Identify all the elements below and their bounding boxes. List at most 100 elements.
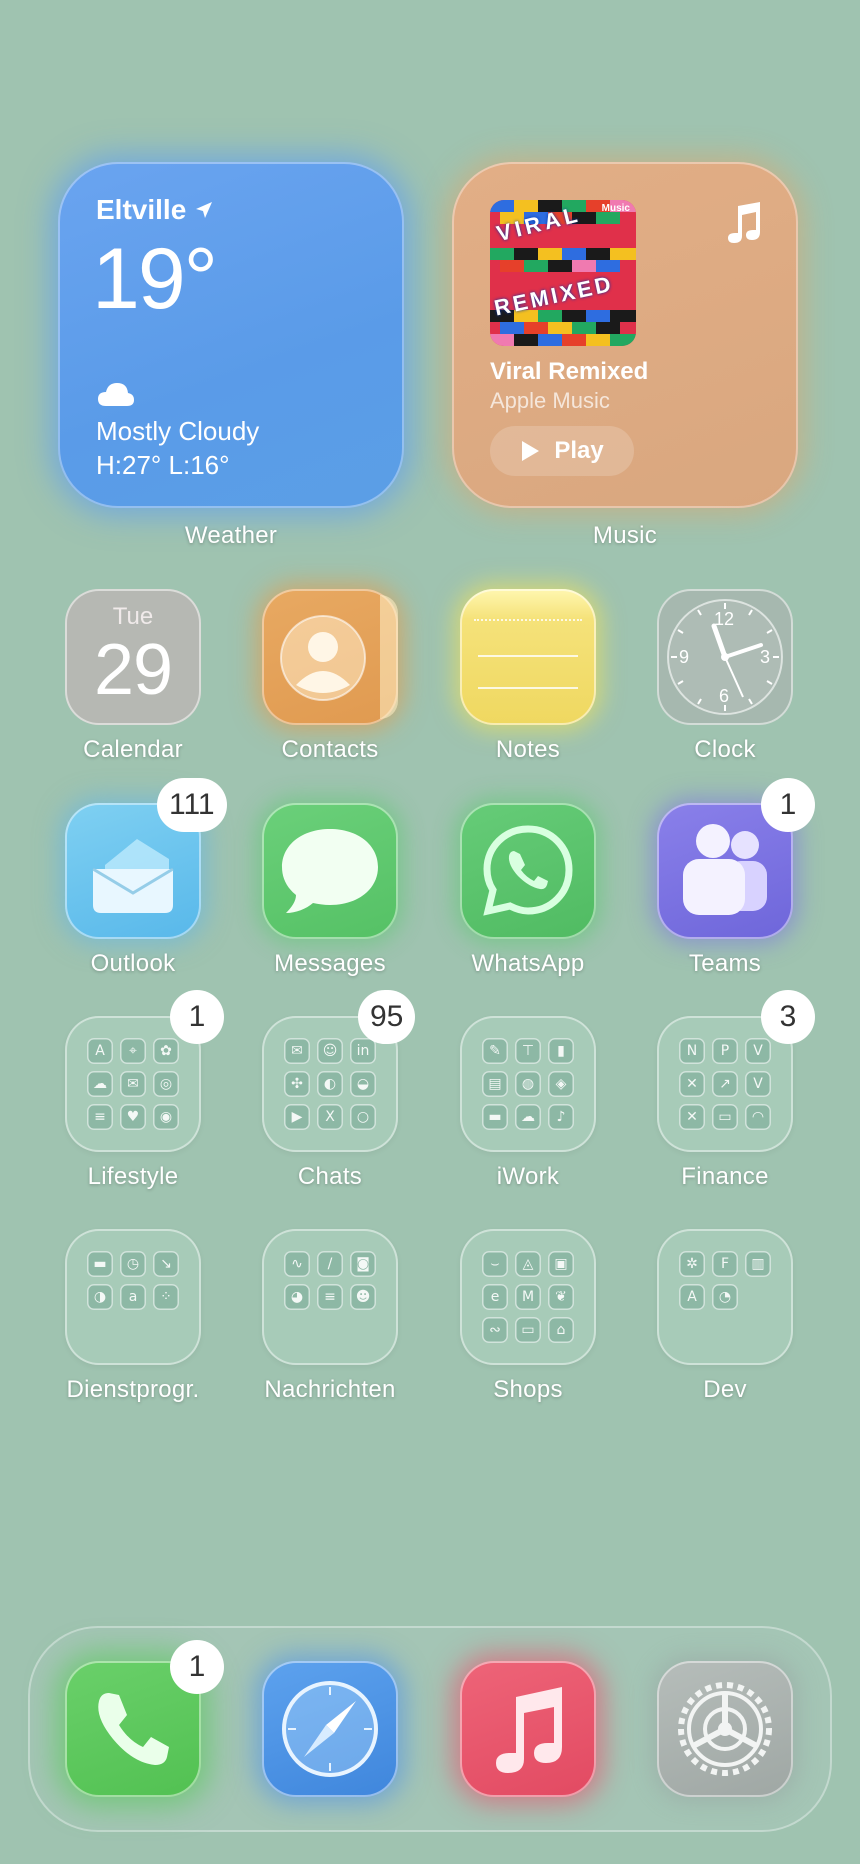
folder-finance-badge: 3 <box>761 990 815 1044</box>
music-track-title: Viral Remixed <box>490 358 649 385</box>
empty-slot <box>745 1284 771 1310</box>
music-play-label: Play <box>554 437 604 464</box>
teams-people-icon <box>683 824 767 915</box>
weather-location: Eltville <box>96 194 214 226</box>
amazon-mini-icon: ⌣ <box>482 1251 508 1277</box>
weather-widget[interactable]: Eltville 19° Mostly Cloudy H:27° L:16° <box>58 162 404 508</box>
phone-handset-icon <box>98 1693 169 1765</box>
album-art-brand: Music <box>601 203 630 214</box>
music-widget[interactable]: Music VIRAL REMIXED Viral Remixed Apple … <box>452 162 798 508</box>
weather-widget-label: Weather <box>184 522 278 549</box>
folder-shops[interactable]: ⌣ ◬ ▣ e M ❦ ∾ ▭ ⌂ <box>460 1229 596 1365</box>
envelope-icon <box>92 839 174 913</box>
gauge-mini-icon: ◠ <box>745 1104 771 1130</box>
clock-numeral-6: 6 <box>719 686 730 706</box>
empty-slot <box>712 1317 738 1343</box>
folder-label-dev: Dev <box>703 1376 747 1403</box>
folder-dienstprogramme[interactable]: ▬ ◷ ↘ ◑ a ⁘ <box>65 1229 201 1365</box>
pages-mini-icon: ▤ <box>482 1071 508 1097</box>
folder-lifestyle-badge: 1 <box>170 990 224 1044</box>
folder-dev[interactable]: ✲ F ▥ A ◔ <box>657 1229 793 1365</box>
album-art[interactable]: Music VIRAL REMIXED <box>490 200 636 346</box>
cloud-icon <box>98 383 134 406</box>
folder-iwork[interactable]: ✎ ⊤ ▮ ▤ ◍ ◈ ▬ ☁ ♪ <box>460 1016 596 1152</box>
stocks-mini-icon: ∿ <box>284 1251 310 1277</box>
calendar-day: 29 <box>93 630 173 710</box>
numbers-mini-icon: ▮ <box>548 1038 574 1064</box>
firefox-mini-icon: ◔ <box>712 1284 738 1310</box>
folder-finance-grid: N P V ✕ ↗ V ✕ ▭ ◠ <box>679 1038 771 1130</box>
ebay-mini-icon: e <box>482 1284 508 1310</box>
notes-line-2 <box>478 687 578 689</box>
clock-numeral-3: 3 <box>760 647 771 667</box>
chat-mini-icon: ○ <box>350 1104 376 1130</box>
app-label-calendar: Calendar <box>83 736 183 763</box>
linkedin-mini-icon: in <box>350 1038 376 1064</box>
location-arrow-icon <box>196 202 213 218</box>
folder-shops-grid: ⌣ ◬ ▣ e M ❦ ∾ ▭ ⌂ <box>482 1251 574 1343</box>
clock-app-icon[interactable]: 12 3 6 9 <box>657 589 793 725</box>
measure-mini-icon: ↘ <box>153 1251 179 1277</box>
teams-badge: 1 <box>761 778 815 832</box>
files-mini-icon: ▬ <box>87 1251 113 1277</box>
music-app-icon[interactable] <box>460 1661 596 1797</box>
person-icon <box>280 615 366 701</box>
camera-mini-icon: ◙ <box>350 1251 376 1277</box>
empty-slot <box>120 1317 146 1343</box>
app-label-outlook: Outlook <box>90 950 176 977</box>
wave-mini-icon: ∾ <box>482 1317 508 1343</box>
folder-label-chats: Chats <box>297 1163 363 1190</box>
appstore-mini-icon: A <box>87 1038 113 1064</box>
alexa-mini-icon: a <box>120 1284 146 1310</box>
contacts-app-icon[interactable] <box>262 589 398 725</box>
empty-slot <box>153 1317 179 1343</box>
facetime-mini-icon: ▶ <box>284 1104 310 1130</box>
folder-dienstprogramme-grid: ▬ ◷ ↘ ◑ a ⁘ <box>87 1251 179 1343</box>
fe-mini-icon: F <box>712 1251 738 1277</box>
folder-chats-badge: 95 <box>358 990 416 1044</box>
empty-slot <box>745 1317 771 1343</box>
spiral-mini-icon: ◉ <box>153 1104 179 1130</box>
reeder-mini-icon: / <box>317 1251 343 1277</box>
whatsapp-app-icon[interactable] <box>460 803 596 939</box>
clock-numeral-12: 12 <box>714 609 735 629</box>
cross-mini-icon: ✕ <box>679 1104 705 1130</box>
messages-app-icon[interactable] <box>262 803 398 939</box>
empty-slot <box>317 1317 343 1343</box>
folder-nachrichten-grid: ∿ / ◙ ◕ ≡ ☻ <box>284 1251 376 1343</box>
music-note-app-icon <box>496 1687 562 1773</box>
outlook-badge: 111 <box>157 778 227 832</box>
settings-app-icon[interactable] <box>657 1661 793 1797</box>
play-icon <box>522 441 540 461</box>
folder-label-dienstprogramme: Dienstprogr. <box>66 1376 200 1403</box>
calendar-app-icon[interactable]: Tue 29 <box>65 589 201 725</box>
folder-chats-grid: ✉ ☺ in ✣ ◐ ◒ ▶ X ○ <box>284 1038 376 1130</box>
tools-mini-icon: ✕ <box>679 1071 705 1097</box>
folder-label-shops: Shops <box>493 1376 563 1403</box>
app-label-whatsapp: WhatsApp <box>471 950 585 977</box>
store-mini-icon: ▭ <box>515 1317 541 1343</box>
safari-app-icon[interactable] <box>262 1661 398 1797</box>
folder-lifestyle-grid: A ⌖ ✿ ☁ ✉ ◎ ≡ ♥ ◉ <box>87 1038 179 1130</box>
home-mini-icon: ⌂ <box>548 1317 574 1343</box>
globe-mini-icon: ◍ <box>515 1071 541 1097</box>
empty-slot <box>679 1317 705 1343</box>
chart-mini-icon: ↗ <box>712 1071 738 1097</box>
mail-mini-icon: ✉ <box>120 1071 146 1097</box>
mail-mini-icon: ✉ <box>284 1038 310 1064</box>
notes-app-icon[interactable] <box>460 589 596 725</box>
music-play-button[interactable]: Play <box>490 426 634 476</box>
list-mini-icon: ≡ <box>87 1104 113 1130</box>
clock-mini-icon: ◷ <box>120 1251 146 1277</box>
weather-condition: Mostly Cloudy <box>96 416 260 446</box>
cloud-mini-icon: ☁ <box>87 1071 113 1097</box>
folder-nachrichten[interactable]: ∿ / ◙ ◕ ≡ ☻ <box>262 1229 398 1365</box>
clock-numeral-9: 9 <box>679 647 690 667</box>
keynote-mini-icon: ⊤ <box>515 1038 541 1064</box>
app-label-notes: Notes <box>495 736 561 763</box>
folder-label-finance: Finance <box>681 1163 769 1190</box>
phone-badge: 1 <box>170 1640 224 1694</box>
weather-location-text: Eltville <box>96 194 187 225</box>
shortcuts-mini-icon: ◈ <box>548 1071 574 1097</box>
weather-temperature: 19° <box>92 231 218 327</box>
